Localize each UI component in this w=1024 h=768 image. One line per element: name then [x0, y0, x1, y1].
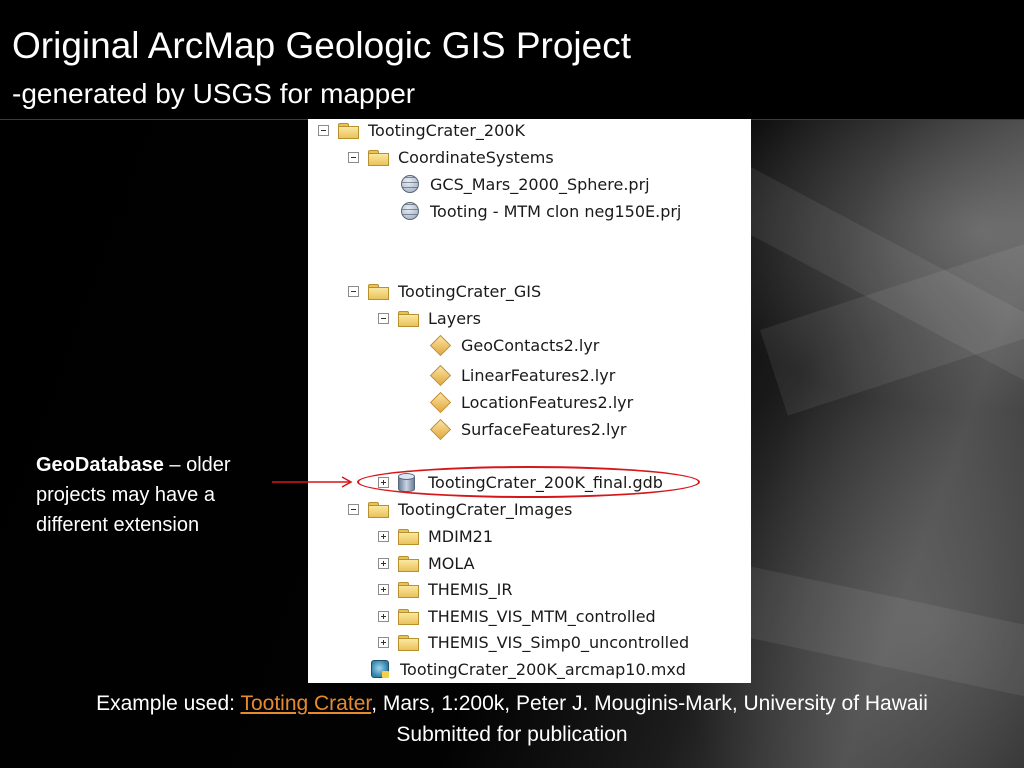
layer-file-icon — [429, 334, 452, 356]
folder-icon — [397, 581, 419, 598]
tree-node-label: THEMIS_IR — [428, 579, 513, 599]
tree-node-label: TootingCrater_200K_arcmap10.mxd — [400, 659, 686, 679]
collapse-icon[interactable] — [318, 124, 329, 136]
collapse-icon[interactable] — [348, 285, 359, 297]
tree-node-image-folder[interactable]: THEMIS_VIS_MTM_controlled — [378, 605, 656, 627]
callout-bold: GeoDatabase — [36, 454, 164, 476]
folder-icon — [337, 122, 359, 139]
gdb-highlight-ellipse — [357, 466, 700, 498]
layer-file-icon — [429, 391, 452, 413]
tree-node-images[interactable]: TootingCrater_Images — [348, 498, 572, 520]
globe-icon — [401, 202, 419, 220]
expand-icon[interactable] — [378, 636, 389, 648]
caption-prefix: Example used: — [96, 692, 241, 715]
tree-node-prj-file[interactable]: GCS_Mars_2000_Sphere.prj — [401, 173, 650, 195]
tree-node-label: TootingCrater_Images — [398, 499, 573, 519]
arcmap-document-icon — [371, 660, 389, 678]
tree-node-label: Tooting - MTM clon neg150E.prj — [430, 201, 682, 221]
background-streak — [705, 560, 1024, 708]
tree-node-label: THEMIS_VIS_Simp0_uncontrolled — [428, 632, 690, 652]
tree-node-lyr-file[interactable]: LinearFeatures2.lyr — [428, 364, 615, 386]
geodatabase-callout: GeoDatabase – older projects may have a … — [36, 450, 276, 540]
folder-icon — [367, 501, 389, 518]
folder-icon — [397, 555, 419, 572]
collapse-icon[interactable] — [348, 503, 359, 515]
slide-title: Original ArcMap Geologic GIS Project — [12, 25, 631, 66]
tree-node-label: LinearFeatures2.lyr — [461, 365, 616, 385]
tree-node-lyr-file[interactable]: LocationFeatures2.lyr — [428, 391, 633, 413]
folder-icon — [397, 634, 419, 651]
tree-node-label: LocationFeatures2.lyr — [461, 392, 634, 412]
folder-icon — [397, 608, 419, 625]
tree-node-layers[interactable]: Layers — [378, 307, 481, 329]
tree-node-label: CoordinateSystems — [398, 147, 554, 167]
tooting-crater-link[interactable]: Tooting Crater — [240, 692, 371, 715]
tree-node-image-folder[interactable]: MOLA — [378, 552, 475, 574]
catalog-tree-panel: TootingCrater_200K CoordinateSystems GCS… — [308, 119, 751, 683]
tree-node-lyr-file[interactable]: GeoContacts2.lyr — [428, 334, 599, 356]
expand-icon[interactable] — [378, 530, 389, 542]
expand-icon[interactable] — [378, 583, 389, 595]
callout-arrow — [272, 476, 353, 488]
tree-node-label: THEMIS_VIS_MTM_controlled — [428, 606, 656, 626]
folder-icon — [397, 310, 419, 327]
tree-node-prj-file[interactable]: Tooting - MTM clon neg150E.prj — [401, 200, 681, 222]
layer-file-icon — [429, 418, 452, 440]
title-band: Original ArcMap Geologic GIS Project -ge… — [0, 0, 1024, 120]
tree-node-mxd[interactable]: TootingCrater_200K_arcmap10.mxd — [371, 658, 686, 680]
slide-caption: Example used: Tooting Crater, Mars, 1:20… — [0, 688, 1024, 750]
tree-node-label: GCS_Mars_2000_Sphere.prj — [430, 174, 650, 194]
caption-line-2: Submitted for publication — [396, 723, 628, 746]
tree-node-label: MDIM21 — [428, 526, 494, 546]
caption-line-1: Example used: Tooting Crater, Mars, 1:20… — [0, 688, 1024, 719]
tree-node-coordinate-systems[interactable]: CoordinateSystems — [348, 146, 554, 168]
tree-node-label: MOLA — [428, 553, 475, 573]
tree-node-label: TootingCrater_GIS — [398, 281, 542, 301]
collapse-icon[interactable] — [348, 151, 359, 163]
tree-node-label: SurfaceFeatures2.lyr — [461, 419, 627, 439]
folder-icon — [397, 528, 419, 545]
tree-node-label: TootingCrater_200K — [368, 120, 525, 140]
tree-node-label: Layers — [428, 308, 481, 328]
layer-file-icon — [429, 364, 452, 386]
tree-node-image-folder[interactable]: MDIM21 — [378, 525, 493, 547]
tree-node-gis[interactable]: TootingCrater_GIS — [348, 280, 541, 302]
folder-icon — [367, 283, 389, 300]
slide-subtitle: -generated by USGS for mapper — [12, 78, 416, 109]
expand-icon[interactable] — [378, 610, 389, 622]
tree-node-label: GeoContacts2.lyr — [461, 335, 600, 355]
caption-suffix: , Mars, 1:200k, Peter J. Mouginis-Mark, … — [371, 692, 928, 715]
tree-node-image-folder[interactable]: THEMIS_VIS_Simp0_uncontrolled — [378, 631, 689, 653]
collapse-icon[interactable] — [378, 312, 389, 324]
tree-node-root[interactable]: TootingCrater_200K — [318, 119, 525, 141]
folder-icon — [367, 149, 389, 166]
globe-icon — [401, 175, 419, 193]
expand-icon[interactable] — [378, 557, 389, 569]
tree-node-image-folder[interactable]: THEMIS_IR — [378, 578, 512, 600]
tree-node-lyr-file[interactable]: SurfaceFeatures2.lyr — [428, 418, 627, 440]
